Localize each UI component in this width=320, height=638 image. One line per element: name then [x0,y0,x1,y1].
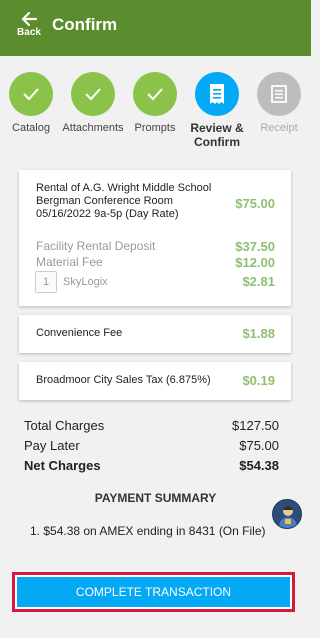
step-prompts[interactable]: Prompts [124,72,186,135]
check-icon [85,88,101,101]
total-charges-value: $127.50 [232,418,279,433]
step-receipt-circle [257,72,301,116]
material-fee-price: $12.00 [235,255,275,270]
total-charges-label: Total Charges [24,418,105,433]
back-button[interactable]: Back [16,12,42,38]
back-label: Back [17,27,41,38]
step-label-catalog: Catalog [12,122,50,134]
rental-line-item-card: Rental of A.G. Wright Middle School Berg… [19,170,291,306]
convenience-fee-price: $1.88 [242,326,275,341]
vendor-price: $2.81 [242,274,275,289]
quantity-box: 1 [35,271,57,293]
receipt-icon [271,85,287,103]
net-charges-value: $54.38 [239,458,279,473]
convenience-fee-card: Convenience Fee $1.88 [19,315,291,353]
payment-summary-line: 1. $54.38 on AMEX ending in 8431 (On Fil… [30,524,266,538]
step-label-prompts: Prompts [134,122,176,134]
receipt-icon [210,84,224,104]
check-icon [23,88,39,101]
sales-tax-card: Broadmoor City Sales Tax (6.875%) $0.19 [19,362,291,400]
step-receipt[interactable]: Receipt [248,72,310,135]
step-label-review-line2: Confirm [194,135,240,149]
rental-desc-line2: Bergman Conference Room [36,195,173,207]
complete-transaction-highlight: COMPLETE TRANSACTION [12,572,295,612]
net-charges-label: Net Charges [24,458,101,473]
rental-price: $75.00 [235,196,275,211]
step-review-confirm[interactable]: Review & Confirm [186,72,248,149]
complete-transaction-button[interactable]: COMPLETE TRANSACTION [17,577,290,607]
vendor-label: SkyLogix [63,276,108,288]
sales-tax-label: Broadmoor City Sales Tax (6.875%) [36,374,211,386]
progress-steps: Catalog Attachments Prompts Review & Con… [0,72,311,158]
step-catalog-circle [9,72,53,116]
step-label-receipt: Receipt [260,122,298,134]
assistant-avatar-icon[interactable] [272,499,302,529]
step-label-review: Review & Confirm [186,121,248,149]
step-attachments[interactable]: Attachments [62,72,124,135]
sales-tax-price: $0.19 [242,373,275,388]
arrow-left-icon [21,12,37,26]
material-fee-label: Material Fee [36,255,103,269]
step-prompts-circle [133,72,177,116]
deposit-label: Facility Rental Deposit [36,239,156,253]
pay-later-value: $75.00 [239,438,279,453]
deposit-price: $37.50 [235,239,275,254]
convenience-fee-label: Convenience Fee [36,327,123,339]
payment-summary-title: PAYMENT SUMMARY [94,491,217,505]
step-label-attachments: Attachments [62,122,124,134]
rental-desc-line1: Rental of A.G. Wright Middle School [36,182,212,194]
person-icon [279,506,297,528]
app-header: Back Confirm [0,0,311,56]
check-icon [147,88,163,101]
page-title: Confirm [52,15,118,34]
step-review-circle [195,72,239,116]
step-catalog[interactable]: Catalog [0,72,62,135]
pay-later-label: Pay Later [24,438,80,453]
rental-description: Rental of A.G. Wright Middle School Berg… [36,182,226,221]
step-label-review-line1: Review & [190,121,244,135]
rental-desc-line3: 05/16/2022 9a-5p (Day Rate) [36,208,179,220]
step-attachments-circle [71,72,115,116]
